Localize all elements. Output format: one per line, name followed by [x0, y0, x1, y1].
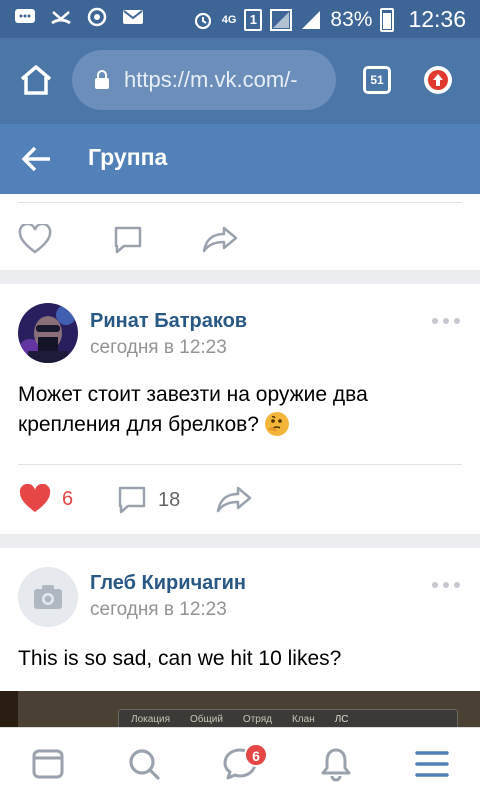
share-icon	[202, 226, 238, 253]
menu-icon[interactable]	[414, 746, 450, 782]
comment-icon	[118, 486, 146, 514]
signal-bars-icon	[302, 10, 321, 29]
avatar[interactable]	[18, 303, 78, 363]
like-button[interactable]: 6	[18, 484, 73, 514]
browser-toolbar: https://m.vk.com/- 51	[0, 38, 480, 124]
url-text: https://m.vk.com/-	[124, 67, 298, 92]
post-text: This is so sad, can we hit 10 likes?	[18, 647, 342, 670]
signal-icon	[270, 8, 293, 31]
mail-icon	[123, 10, 143, 24]
post-card-previous	[0, 194, 480, 270]
app-header: Группа	[0, 124, 480, 194]
search-icon[interactable]	[126, 746, 162, 782]
heart-filled-icon	[19, 484, 51, 512]
heart-outline-icon	[18, 224, 52, 254]
bottom-navigation: 6	[0, 727, 480, 800]
game-ui-bar: Локация Общий Отряд Клан ЛС	[118, 709, 458, 727]
clock: 12:36	[408, 6, 466, 32]
avatar-image	[18, 303, 78, 363]
network-type: 4G	[221, 13, 237, 26]
post-author[interactable]: Глеб Киричагин	[90, 572, 246, 595]
arrow-up-icon	[433, 74, 443, 86]
share-button[interactable]	[202, 224, 238, 254]
home-icon[interactable]	[18, 62, 54, 98]
comment-count: 18	[158, 488, 181, 511]
camera-placeholder-icon	[34, 585, 62, 609]
post-text: Может стоит завезти на оружие два крепле…	[18, 380, 458, 440]
image-dark-edge	[0, 691, 18, 727]
missed-call-icon	[51, 11, 71, 25]
comment-button[interactable]: 18	[116, 484, 180, 516]
post-author[interactable]: Ринат Батраков	[90, 310, 247, 333]
post-text-body: Может стоит завезти на оружие два крепле…	[18, 383, 368, 436]
lock-icon	[95, 70, 109, 89]
comment-button[interactable]	[112, 224, 144, 256]
divider	[18, 202, 462, 203]
game-tab-label: Отряд	[242, 713, 272, 725]
notifications-icon[interactable]	[318, 746, 354, 782]
sync-icon	[87, 7, 107, 27]
post-time[interactable]: сегодня в 12:23	[90, 337, 227, 359]
tab-switcher-button[interactable]: 51	[363, 66, 391, 94]
like-button[interactable]	[18, 224, 52, 254]
chat-notification-icon	[15, 9, 35, 23]
status-bar: 4G 1 83% 12:36	[0, 0, 480, 38]
update-button[interactable]	[424, 66, 452, 94]
avatar[interactable]	[18, 567, 78, 627]
post-card: Глеб Киричагин сегодня в 12:23 This is s…	[0, 548, 480, 727]
game-tab-label: Клан	[291, 713, 315, 725]
share-button[interactable]	[216, 484, 252, 514]
share-icon	[216, 486, 252, 513]
game-tab-label: ЛС	[334, 713, 349, 725]
back-arrow-icon[interactable]	[20, 144, 52, 174]
game-tab-label: Локация	[131, 713, 171, 725]
game-tab-label: Общий	[190, 713, 223, 725]
post-image[interactable]: Локация Общий Отряд Клан ЛС	[0, 691, 480, 727]
comment-icon	[114, 226, 142, 254]
alarm-icon	[194, 12, 211, 29]
more-options-icon[interactable]	[432, 582, 460, 588]
thinking-face-emoji	[264, 412, 289, 436]
feed-icon[interactable]	[30, 746, 66, 782]
sim-indicator: 1	[244, 8, 263, 31]
divider	[18, 464, 462, 465]
battery-percent: 83%	[330, 7, 373, 31]
like-count: 6	[62, 487, 74, 510]
page-title: Группа	[88, 144, 168, 170]
post-card: Ринат Батраков сегодня в 12:23 Может сто…	[0, 284, 480, 534]
url-bar[interactable]: https://m.vk.com/-	[72, 50, 336, 110]
post-time[interactable]: сегодня в 12:23	[90, 599, 227, 621]
messages-badge: 6	[244, 743, 268, 767]
more-options-icon[interactable]	[432, 318, 460, 324]
battery-icon	[380, 7, 395, 32]
